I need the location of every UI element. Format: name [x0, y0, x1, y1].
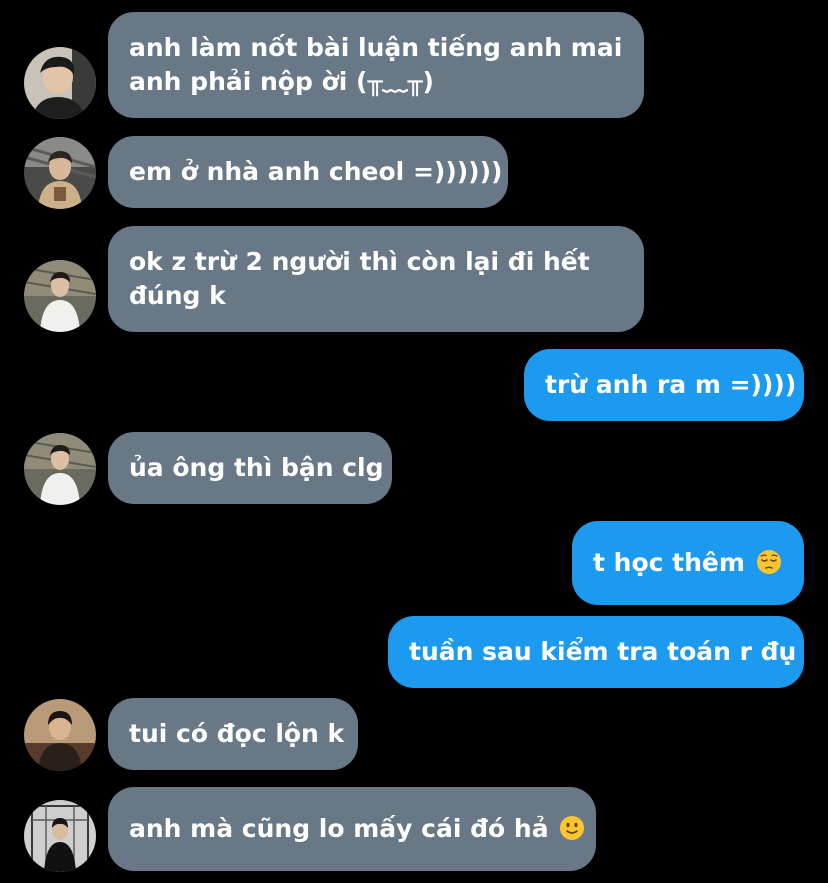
avatar-person-5 — [24, 800, 96, 872]
message-text-line: đúng k — [129, 281, 226, 310]
message-text-line: trừ anh ra m =)))) — [545, 370, 797, 399]
message-bubble-outgoing[interactable]: tuần sau kiểm tra toán r đụ — [388, 616, 804, 688]
avatar-person-1 — [24, 47, 96, 119]
sender-avatar[interactable] — [24, 433, 96, 505]
pensive-face-emoji — [756, 549, 782, 575]
message-text-line: t học thêm — [593, 548, 745, 577]
avatar-person-2 — [24, 137, 96, 209]
avatar-person-4 — [24, 699, 96, 771]
message-bubble-incoming[interactable]: tui có đọc lộn k — [108, 698, 358, 770]
sender-avatar[interactable] — [24, 47, 96, 119]
message-text-line: tuần sau kiểm tra toán r đụ — [409, 637, 797, 666]
message-text-line: anh phải nộp ời (╥﹏╥) — [129, 67, 434, 96]
sender-avatar[interactable] — [24, 800, 96, 872]
slightly-smiling-face-emoji — [559, 815, 585, 841]
message-text-line: ok z trừ 2 người thì còn lại đi hết — [129, 247, 590, 276]
avatar-person-3 — [24, 260, 96, 332]
message-bubble-incoming[interactable]: anh mà cũng lo mấy cái đó hả — [108, 787, 596, 871]
message-bubble-outgoing[interactable]: trừ anh ra m =)))) — [524, 349, 804, 421]
sender-avatar[interactable] — [24, 137, 96, 209]
avatar-person-3 — [24, 433, 96, 505]
sender-avatar[interactable] — [24, 699, 96, 771]
message-bubble-incoming[interactable]: ủa ông thì bận clg — [108, 432, 392, 504]
message-text-line: ủa ông thì bận clg — [129, 453, 384, 482]
message-text-line: anh làm nốt bài luận tiếng anh mai — [129, 33, 623, 62]
sender-avatar[interactable] — [24, 260, 96, 332]
message-text-line: em ở nhà anh cheol =)))))) — [129, 157, 503, 186]
message-text-line: anh mà cũng lo mấy cái đó hả — [129, 814, 549, 843]
message-bubble-incoming[interactable]: anh làm nốt bài luận tiếng anh mai anh p… — [108, 12, 644, 118]
message-text-line: tui có đọc lộn k — [129, 719, 345, 748]
message-bubble-incoming[interactable]: em ở nhà anh cheol =)))))) — [108, 136, 508, 208]
chat-thread: anh làm nốt bài luận tiếng anh mai anh p… — [0, 0, 828, 883]
message-bubble-incoming[interactable]: ok z trừ 2 người thì còn lại đi hết đúng… — [108, 226, 644, 332]
message-bubble-outgoing[interactable]: t học thêm — [572, 521, 804, 605]
